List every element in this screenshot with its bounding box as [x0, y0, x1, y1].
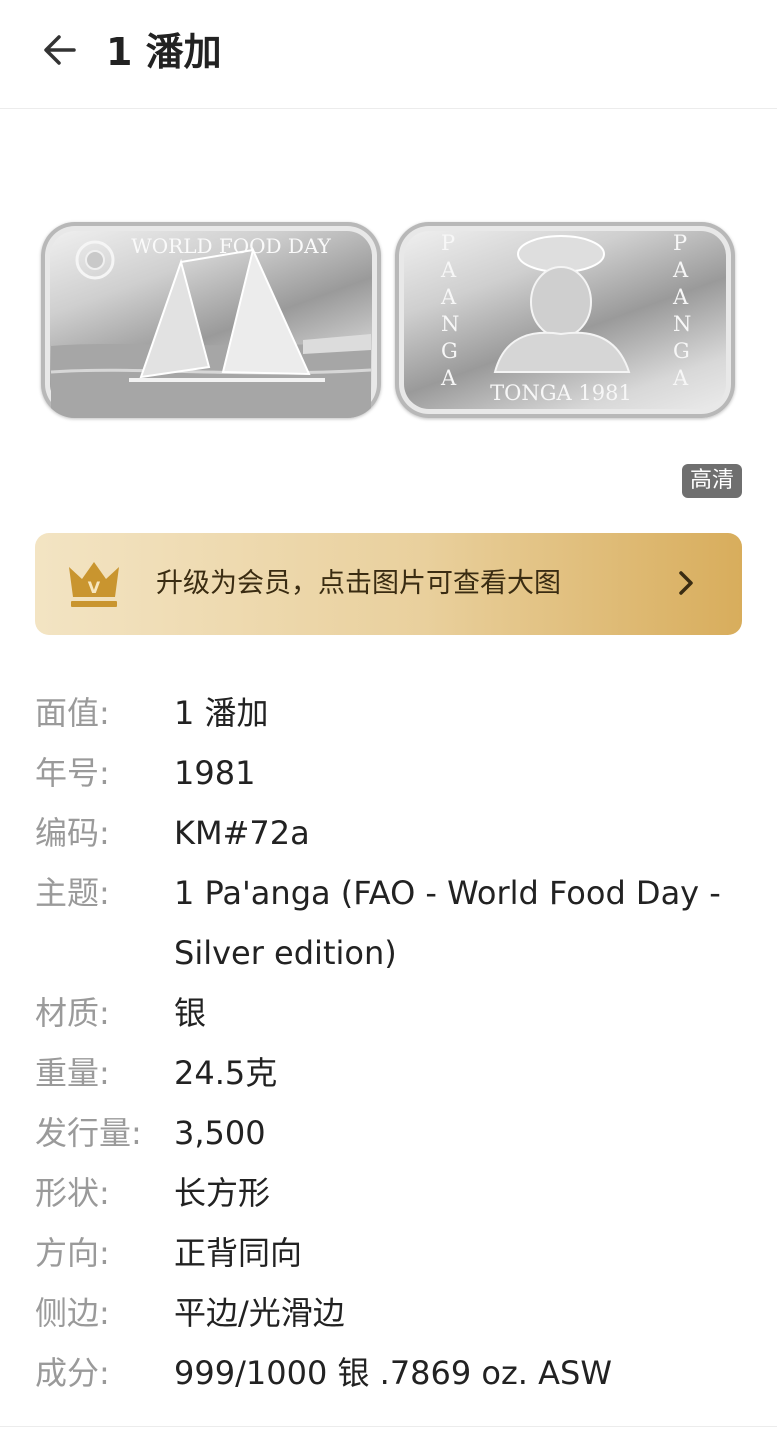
detail-row-material: 材质: 银: [0, 983, 777, 1043]
svg-text:G: G: [673, 339, 690, 363]
detail-label: 面值:: [35, 694, 110, 732]
detail-label: 编码:: [35, 814, 110, 852]
detail-row-composition: 成分: 999/1000 银 .7869 oz. ASW: [0, 1343, 777, 1403]
svg-text:N: N: [441, 312, 459, 336]
detail-row-shape: 形状: 长方形: [0, 1163, 777, 1223]
detail-row-edge: 侧边: 平边/光滑边: [0, 1283, 777, 1343]
detail-value: 1981: [174, 754, 256, 792]
detail-row-mintage: 发行量: 3,500: [0, 1103, 777, 1163]
svg-text:V: V: [88, 578, 101, 597]
svg-text:A: A: [672, 366, 689, 390]
crown-icon: V: [69, 562, 119, 607]
detail-value: 长方形: [174, 1174, 271, 1212]
svg-text:A: A: [672, 258, 689, 282]
svg-text:A: A: [440, 285, 457, 309]
detail-row-weight: 重量: 24.5克: [0, 1043, 777, 1103]
detail-value: 999/1000 银 .7869 oz. ASW: [174, 1354, 612, 1392]
detail-value: 银: [174, 994, 207, 1032]
detail-row-orientation: 方向: 正背同向: [0, 1223, 777, 1283]
sailboat-illustration: WORLD FOOD DAY: [50, 234, 372, 418]
detail-row-subject: 主题: 1 Pa'anga (FAO - World Food Day - Si…: [0, 863, 777, 983]
detail-value: 1 潘加: [174, 694, 269, 732]
divider: [0, 1426, 777, 1427]
svg-text:G: G: [441, 339, 458, 363]
detail-row-code: 编码: KM#72a: [0, 803, 777, 863]
detail-label: 形状:: [35, 1174, 110, 1212]
svg-text:N: N: [673, 312, 691, 336]
svg-text:A: A: [440, 366, 457, 390]
svg-text:A: A: [672, 285, 689, 309]
detail-row-denomination: 面值: 1 潘加: [0, 683, 777, 743]
detail-value: 1 Pa'anga (FAO - World Food Day - Silver…: [174, 874, 721, 972]
detail-row-year: 年号: 1981: [0, 743, 777, 803]
detail-label: 年号:: [35, 754, 110, 792]
detail-value: 3,500: [174, 1114, 266, 1152]
vip-upgrade-banner[interactable]: V 升级为会员，点击图片可查看大图: [35, 533, 742, 635]
portrait-illustration: PAA NGA PAA NGA TONGA 1981: [440, 231, 691, 405]
svg-text:P: P: [441, 231, 455, 255]
detail-value: 24.5克: [174, 1054, 278, 1092]
back-button[interactable]: [36, 26, 84, 74]
detail-label: 成分:: [35, 1354, 110, 1392]
coin-obverse-image[interactable]: WORLD FOOD DAY: [41, 222, 381, 418]
detail-label: 主题:: [35, 874, 110, 912]
detail-value: 平边/光滑边: [174, 1294, 345, 1332]
detail-value: KM#72a: [174, 814, 310, 852]
coin-reverse-image[interactable]: PAA NGA PAA NGA TONGA 1981: [395, 222, 735, 418]
svg-text:P: P: [673, 231, 687, 255]
reverse-legend: TONGA 1981: [490, 381, 632, 405]
chevron-right-icon: [679, 571, 693, 595]
svg-text:A: A: [440, 258, 457, 282]
detail-label: 重量:: [35, 1054, 110, 1092]
hd-badge[interactable]: 高清: [681, 464, 742, 498]
detail-label: 材质:: [35, 994, 110, 1032]
vip-banner-text: 升级为会员，点击图片可查看大图: [156, 568, 561, 599]
detail-label: 侧边:: [35, 1294, 110, 1332]
detail-value: 正背同向: [174, 1234, 303, 1272]
arrow-left-icon: [44, 35, 76, 65]
header: 1 潘加: [0, 0, 777, 109]
coin-image[interactable]: WORLD FOOD DAY PAA NGA PAA NGA TONGA 198…: [0, 110, 777, 510]
coin-details: 面值: 1 潘加 年号: 1981 编码: KM#72a 主题: 1 Pa'an…: [0, 683, 777, 1403]
detail-label: 发行量:: [35, 1114, 142, 1152]
page-title: 1 潘加: [106, 30, 222, 74]
detail-label: 方向:: [35, 1234, 110, 1272]
